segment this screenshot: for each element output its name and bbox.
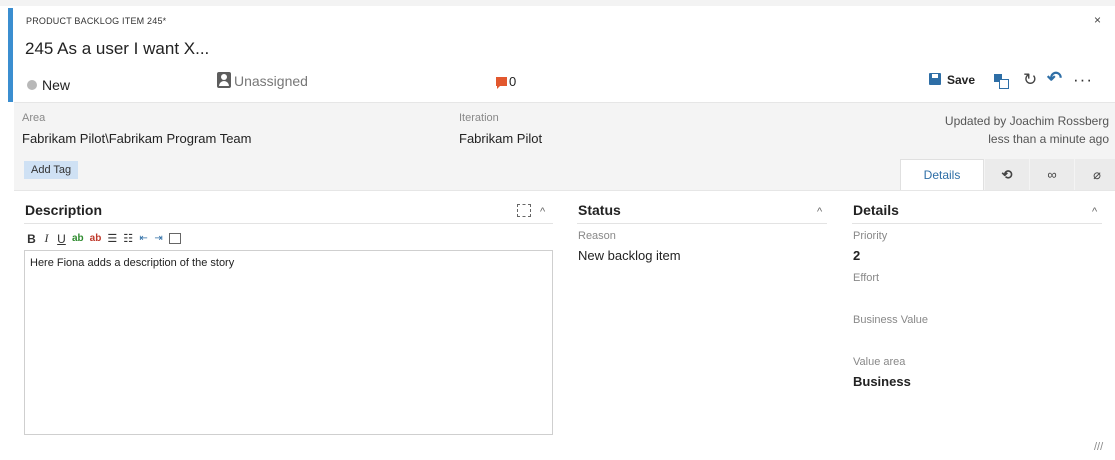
more-icon[interactable]: ···: [1073, 70, 1093, 90]
links-icon[interactable]: ∞: [1030, 159, 1074, 190]
bulleted-list-button[interactable]: ☰: [107, 232, 117, 245]
save-icon[interactable]: [929, 73, 941, 85]
discussion-icon[interactable]: [496, 77, 507, 89]
tab-details[interactable]: Details: [900, 159, 984, 190]
priority-field[interactable]: 2: [853, 248, 860, 263]
copy-icon[interactable]: [994, 74, 1009, 89]
bold-button[interactable]: B: [27, 232, 36, 246]
close-button[interactable]: ×: [1094, 13, 1101, 27]
insert-image-icon[interactable]: [169, 233, 182, 244]
updated-time: less than a minute ago: [988, 132, 1109, 146]
save-button[interactable]: Save: [947, 73, 975, 87]
effort-label: Effort: [853, 272, 880, 284]
updated-by-link[interactable]: Updated by Joachim Rossberg: [945, 112, 1109, 130]
increase-indent-button[interactable]: ⇥: [154, 233, 163, 244]
description-editor[interactable]: Here Fiona adds a description of the sto…: [24, 250, 553, 435]
details-heading: Details: [853, 202, 899, 218]
updated-info: Updated by Joachim Rossberg less than a …: [945, 112, 1109, 148]
collapse-details-icon[interactable]: ^: [1092, 206, 1097, 218]
font-color-button[interactable]: ab: [90, 233, 102, 244]
value-area-label: Value area: [853, 356, 906, 368]
work-item-title[interactable]: 245 As a user I want X...: [25, 39, 209, 59]
collapse-status-icon[interactable]: ^: [817, 206, 822, 218]
description-heading: Description: [25, 202, 103, 218]
status-divider: [577, 223, 827, 224]
description-divider: [24, 223, 553, 224]
resize-handle-icon[interactable]: ///: [1094, 441, 1103, 453]
window-top-border: [0, 0, 1115, 6]
fields-panel: Area Fabrikam Pilot\Fabrikam Program Tea…: [14, 102, 1115, 191]
state-selector[interactable]: New: [42, 77, 70, 93]
effort-field[interactable]: [853, 290, 1093, 306]
highlight-button[interactable]: ab: [72, 233, 84, 244]
priority-label: Priority: [853, 230, 888, 242]
work-item-type-color-bar: [8, 8, 13, 102]
work-item-type-label: PRODUCT BACKLOG ITEM 245*: [26, 16, 167, 26]
assigned-to-field[interactable]: Unassigned: [234, 73, 308, 89]
details-divider: [852, 223, 1102, 224]
underline-button[interactable]: U: [57, 232, 66, 246]
numbered-list-button[interactable]: ☷: [123, 232, 133, 245]
business-value-label: Business Value: [853, 314, 929, 326]
add-tag-button[interactable]: Add Tag: [24, 161, 79, 179]
history-icon[interactable]: ⟲: [985, 159, 1029, 190]
discussion-count[interactable]: 0: [509, 74, 516, 89]
maximize-icon[interactable]: [517, 204, 531, 217]
area-label: Area: [22, 112, 46, 124]
rich-text-toolbar: B I U ab ab ☰ ☷ ⇤ ⇥: [27, 231, 182, 246]
iteration-label: Iteration: [459, 112, 499, 124]
status-heading: Status: [578, 202, 621, 218]
value-area-field[interactable]: Business: [853, 374, 911, 389]
business-value-field[interactable]: [853, 332, 1093, 348]
person-icon: [217, 72, 231, 88]
decrease-indent-button[interactable]: ⇤: [139, 233, 148, 244]
italic-button[interactable]: I: [42, 231, 51, 246]
undo-icon[interactable]: ↶: [1047, 68, 1062, 89]
reason-label: Reason: [578, 230, 616, 242]
iteration-field[interactable]: Fabrikam Pilot: [459, 131, 542, 146]
state-dot-icon: [27, 80, 37, 90]
form-tabs: Details ⟲ ∞ ⌀: [900, 159, 1115, 190]
refresh-icon[interactable]: ↻: [1023, 70, 1037, 90]
reason-field[interactable]: New backlog item: [578, 248, 681, 263]
area-field[interactable]: Fabrikam Pilot\Fabrikam Program Team: [22, 131, 252, 146]
description-text: Here Fiona adds a description of the sto…: [30, 257, 235, 269]
collapse-description-icon[interactable]: ^: [540, 206, 545, 218]
attachments-icon[interactable]: ⌀: [1075, 159, 1115, 190]
